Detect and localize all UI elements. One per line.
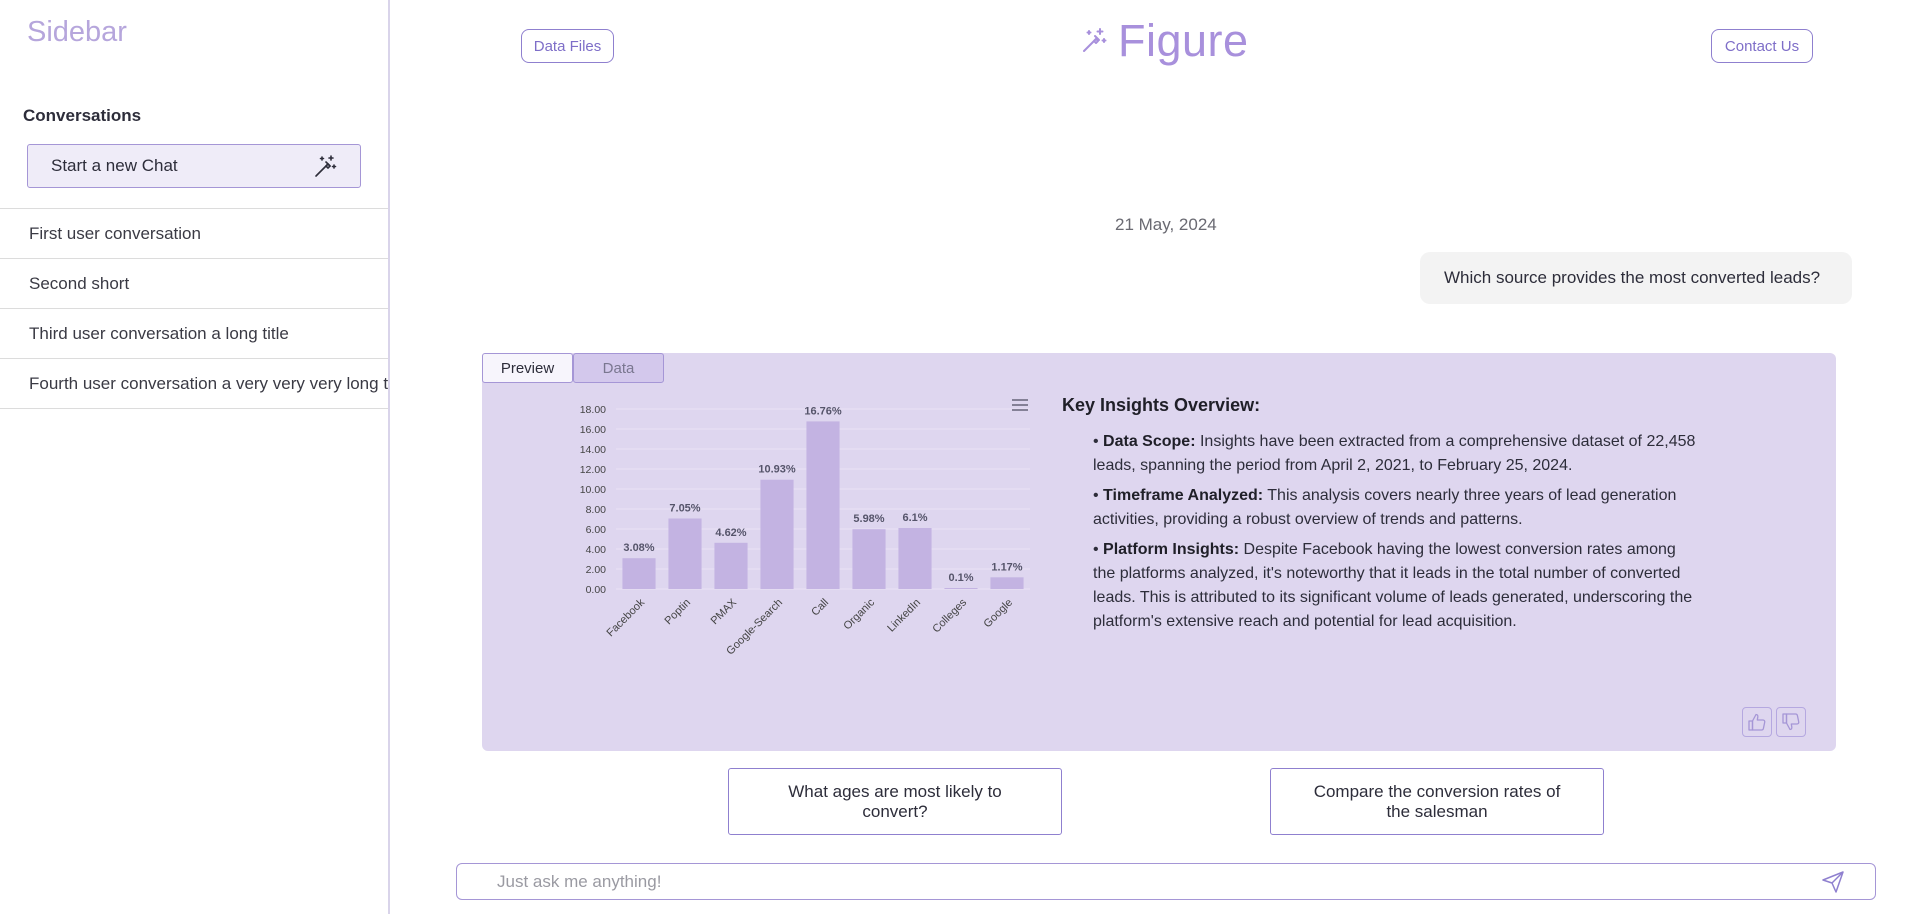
- sidebar-title: Sidebar: [27, 16, 127, 48]
- send-icon[interactable]: [1821, 871, 1845, 893]
- chart-bar: [806, 421, 840, 589]
- y-tick-label: 14.00: [580, 444, 606, 456]
- new-chat-label: Start a new Chat: [51, 156, 178, 175]
- magic-wand-icon: [1083, 27, 1107, 52]
- thumb-down-button[interactable]: [1776, 707, 1806, 737]
- data-label: 6.1%: [902, 512, 927, 524]
- contact-us-button[interactable]: Contact Us: [1711, 29, 1813, 63]
- sidebar: Sidebar Conversations Start a new Chat F…: [0, 0, 390, 914]
- suggestion-button[interactable]: Compare the conversion rates of the sale…: [1270, 768, 1604, 835]
- insight-bold: Data Scope:: [1103, 433, 1196, 450]
- conversation-item[interactable]: Second short: [0, 259, 388, 309]
- conversation-item[interactable]: Third user conversation a long title: [0, 309, 388, 359]
- chart-bar: [668, 518, 702, 589]
- user-message: Which source provides the most converted…: [1420, 252, 1852, 304]
- magic-wand-icon: [315, 155, 337, 177]
- x-tick-label: Poptin: [663, 597, 694, 628]
- y-tick-label: 0.00: [586, 584, 607, 596]
- logo-text: Figure: [1118, 15, 1249, 66]
- conversations-heading: Conversations: [23, 106, 142, 125]
- conversation-date: 21 May, 2024: [1115, 215, 1217, 234]
- insight-item: • Timeframe Analyzed: This analysis cove…: [1093, 487, 1677, 528]
- bar-chart: 0.00 2.00 4.00 6.00 8.00 10.00 12.00 14.00 16.00…: [580, 404, 1030, 657]
- chart-bar: [990, 577, 1024, 589]
- chart-bar: [714, 542, 748, 589]
- x-tick-label: PMAX: [709, 596, 740, 627]
- data-label: 1.17%: [991, 561, 1022, 573]
- app-root: Sidebar Conversations Start a new Chat F…: [0, 0, 1920, 914]
- conversation-item[interactable]: Fourth user conversation a very very ver…: [0, 359, 388, 409]
- chat-input[interactable]: [497, 870, 1797, 894]
- data-label: 3.08%: [623, 542, 654, 554]
- x-tick-label: Google: [982, 597, 1016, 631]
- chart-bar: [622, 558, 656, 589]
- chart-bar: [898, 528, 932, 589]
- tab-data[interactable]: Data: [573, 353, 664, 383]
- conversation-list: First user conversation Second short Thi…: [0, 208, 388, 409]
- y-tick-label: 18.00: [580, 404, 606, 416]
- suggestion-button[interactable]: What ages are most likely to convert?: [728, 768, 1062, 835]
- insight-bold: Platform Insights:: [1103, 541, 1240, 558]
- x-tick-label: LinkedIn: [885, 597, 923, 635]
- x-tick-label: Facebook: [604, 596, 647, 639]
- y-tick-label: 16.00: [580, 424, 606, 436]
- chat-input-bar: [456, 863, 1876, 900]
- new-chat-button[interactable]: Start a new Chat: [27, 144, 361, 188]
- y-tick-label: 6.00: [586, 524, 607, 536]
- y-tick-label: 2.00: [586, 564, 607, 576]
- data-label: 10.93%: [758, 464, 796, 476]
- x-tick-label: Call: [809, 597, 831, 619]
- y-tick-label: 10.00: [580, 484, 606, 496]
- data-label: 4.62%: [715, 527, 746, 539]
- data-label: 5.98%: [853, 513, 884, 525]
- y-tick-label: 8.00: [586, 504, 607, 516]
- data-files-button[interactable]: Data Files: [521, 29, 614, 63]
- thumb-up-icon: [1748, 713, 1766, 731]
- insight-item: • Data Scope: Insights have been extract…: [1093, 433, 1696, 474]
- chart-bar: [760, 479, 794, 589]
- x-tick-label: Organic: [841, 596, 877, 632]
- insight-item: • Platform Insights: Despite Facebook ha…: [1093, 541, 1693, 630]
- data-label: 16.76%: [804, 405, 842, 417]
- tab-preview[interactable]: Preview: [482, 353, 573, 383]
- insights-title: Key Insights Overview:: [1062, 395, 1261, 415]
- chart-bar: [944, 588, 978, 589]
- y-tick-label: 12.00: [580, 464, 606, 476]
- conversation-item[interactable]: First user conversation: [0, 209, 388, 259]
- thumb-up-button[interactable]: [1742, 707, 1772, 737]
- chart-bar: [852, 529, 886, 589]
- x-tick-label: Colleges: [930, 596, 969, 635]
- hamburger-menu-icon[interactable]: [1011, 398, 1029, 412]
- logo[interactable]: Figure: [1080, 18, 1249, 63]
- thumb-down-icon: [1782, 713, 1800, 731]
- answer-card: Preview Data 0.00 2.00 4.00 6.00 8.00 10.00 12…: [482, 353, 1836, 751]
- insight-bold: Timeframe Analyzed:: [1103, 487, 1264, 504]
- data-label: 7.05%: [669, 503, 700, 515]
- data-label: 0.1%: [948, 572, 973, 584]
- y-tick-label: 4.00: [586, 544, 607, 556]
- insights-panel: Key Insights Overview: • Data Scope: Ins…: [1062, 395, 1702, 640]
